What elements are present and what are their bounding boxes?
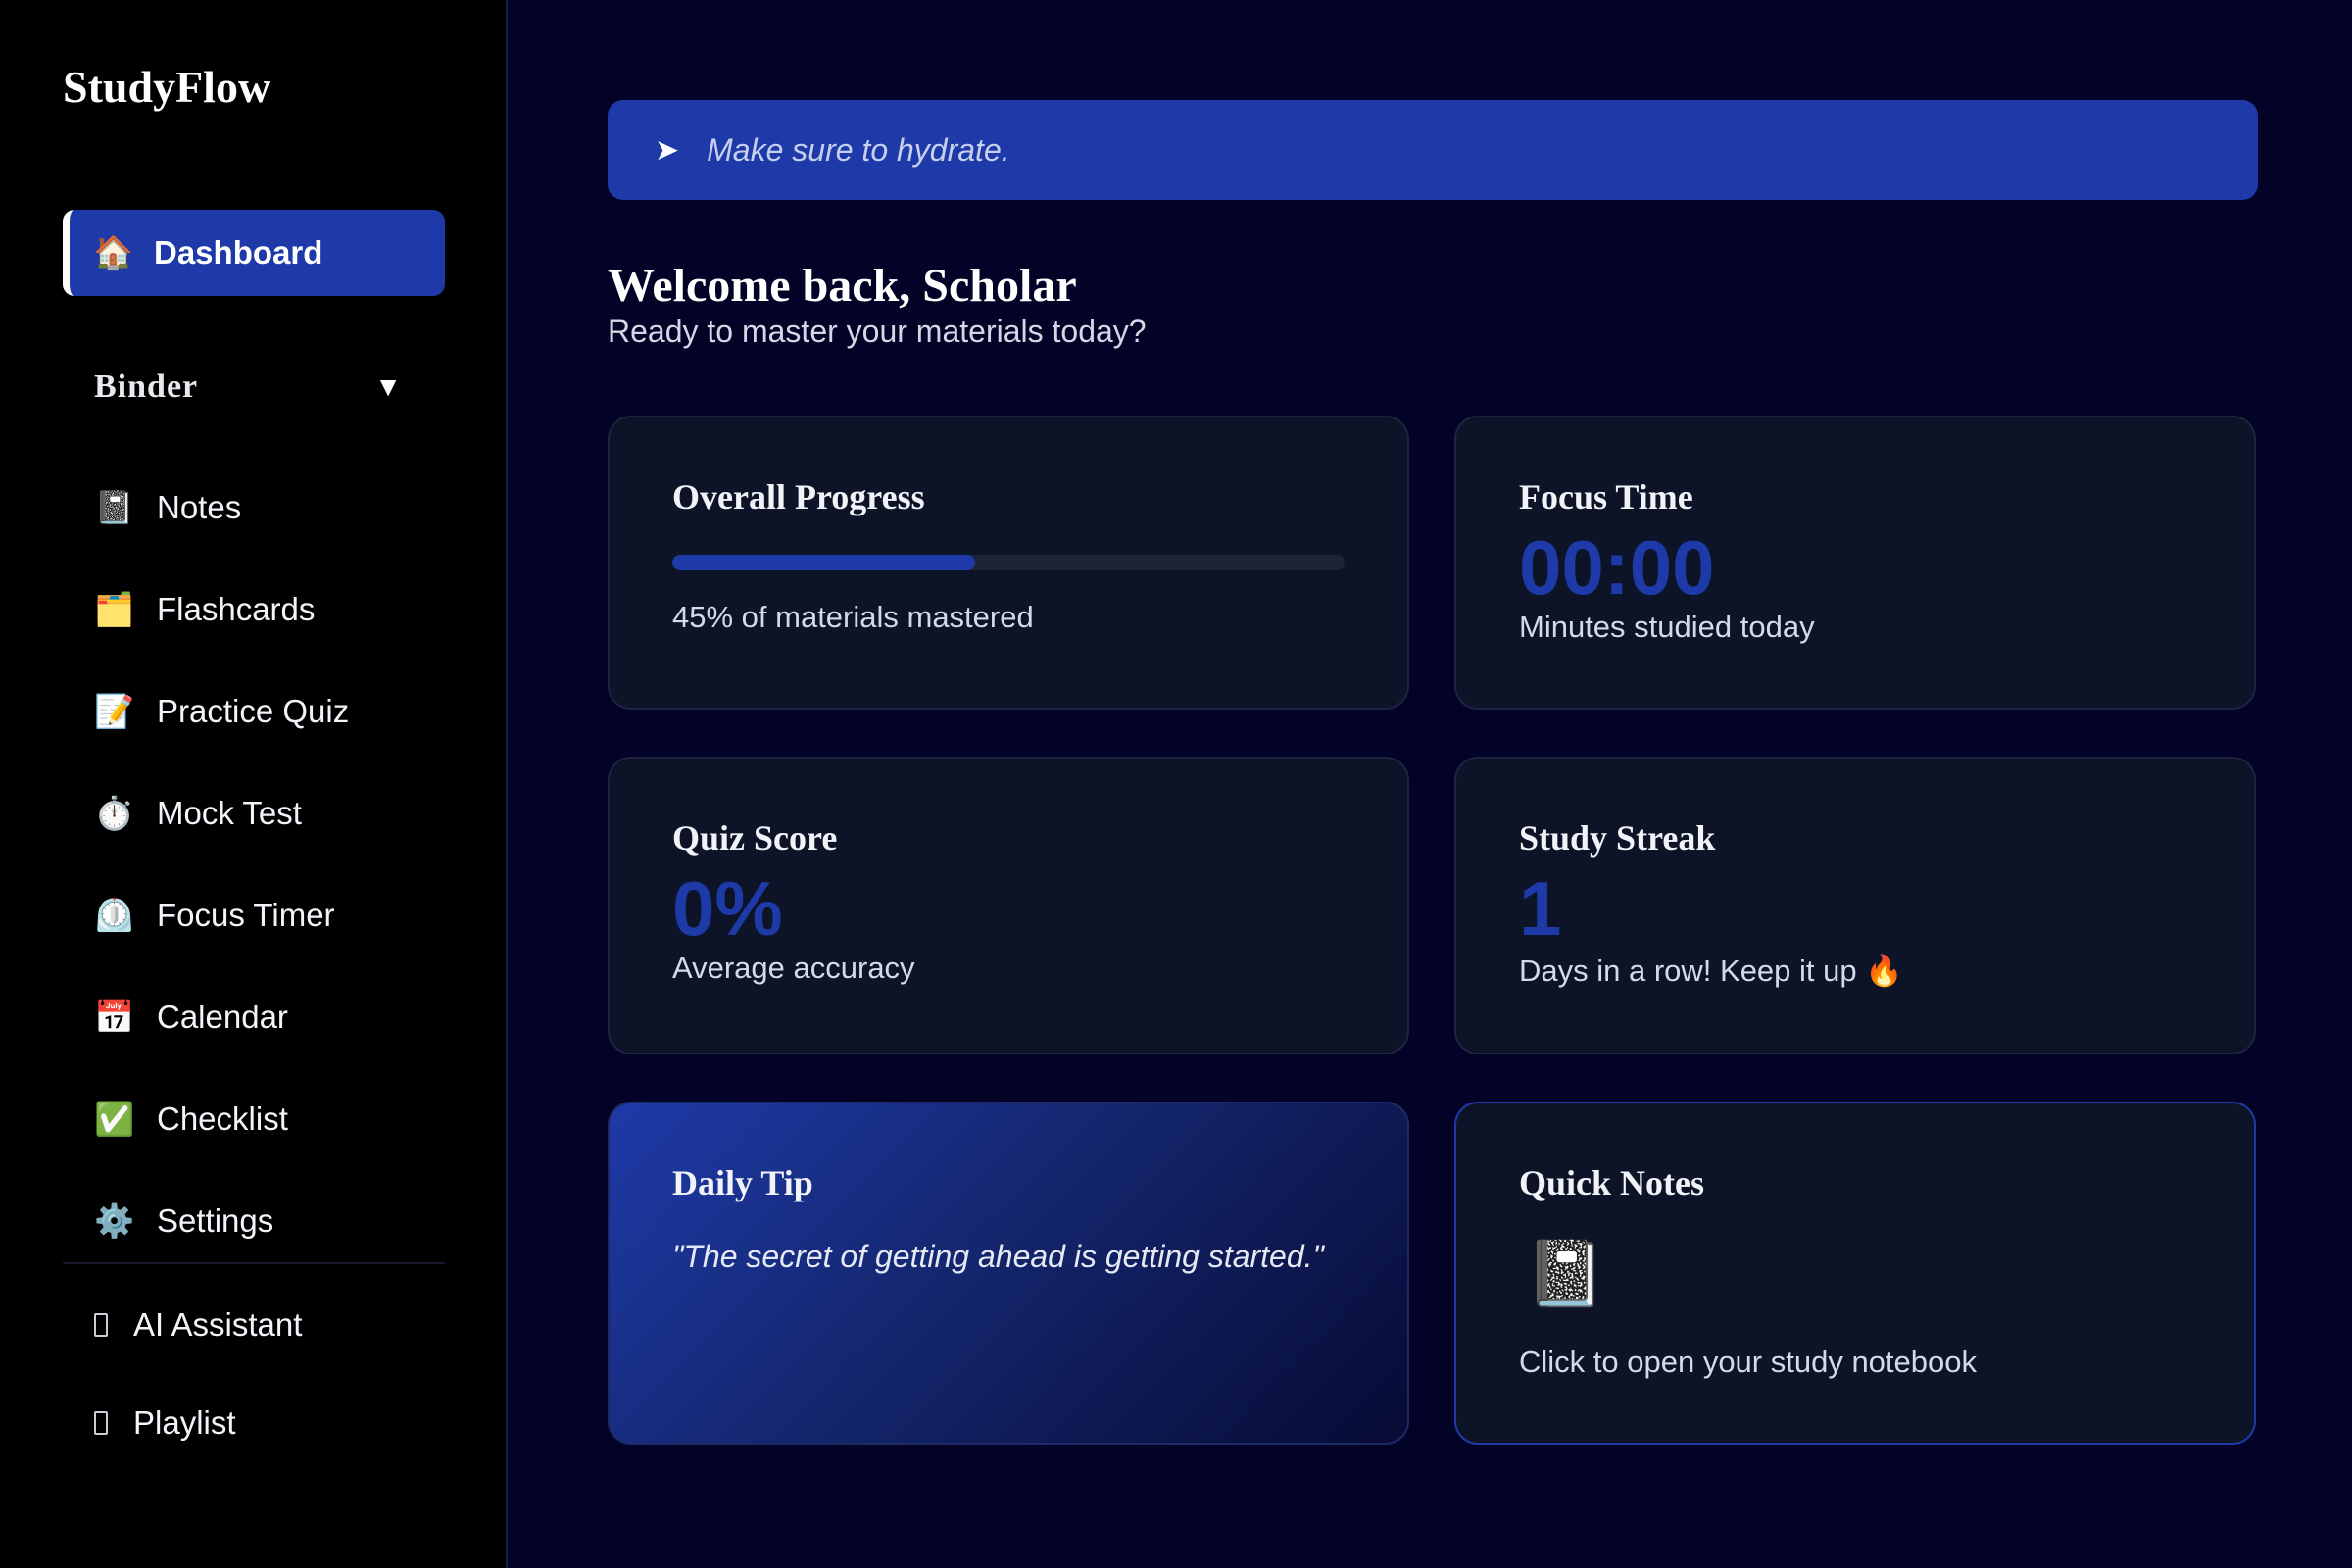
sidebar-item-label: Notes	[157, 489, 242, 525]
study-streak-caption: Days in a row! Keep it up 🔥	[1519, 954, 1903, 988]
sidebar-item-playlist[interactable]: Playlist	[94, 1374, 466, 1472]
ai-assistant-icon	[94, 1313, 108, 1337]
card-title: Focus Time	[1519, 477, 1693, 516]
card-title: Quick Notes	[1519, 1163, 1704, 1202]
sidebar-item-label: Practice Quiz	[157, 693, 350, 729]
card-title: Quiz Score	[672, 818, 838, 858]
page-title: Welcome back, Scholar	[608, 260, 1077, 312]
sidebar-item-notes[interactable]: 📓 Notes	[94, 457, 466, 559]
chevron-down-icon: ▼	[374, 371, 402, 402]
progress-bar	[672, 555, 1345, 570]
binder-section-toggle[interactable]: Binder ▼	[94, 365, 402, 410]
quiz-score-caption: Average accuracy	[672, 951, 915, 985]
binder-nav-list: 📓 Notes 🗂️ Flashcards 📝 Practice Quiz ⏱️…	[94, 457, 466, 1272]
sidebar-item-ai-assistant[interactable]: AI Assistant	[94, 1276, 466, 1374]
app-root: StudyFlow 🏠 Dashboard Binder ▼ 📓 Notes 🗂…	[0, 0, 2352, 1568]
card-index-dividers-icon: 🗂️	[94, 591, 135, 627]
daily-tip-card: Daily Tip "The secret of getting ahead i…	[608, 1102, 1409, 1445]
sidebar-item-mock-test[interactable]: ⏱️ Mock Test	[94, 762, 466, 864]
sidebar-item-focus-timer[interactable]: ⏲️ Focus Timer	[94, 864, 466, 966]
card-title: Study Streak	[1519, 818, 1716, 858]
notebook-icon: 📓	[94, 489, 135, 525]
sidebar: StudyFlow 🏠 Dashboard Binder ▼ 📓 Notes 🗂…	[0, 0, 508, 1568]
memo-icon: 📝	[94, 693, 135, 729]
sidebar-divider	[63, 1262, 445, 1264]
check-mark-icon: ✅	[94, 1101, 135, 1137]
daily-tip-quote: "The secret of getting ahead is getting …	[672, 1239, 1324, 1274]
notebook-icon: 📓	[1525, 1237, 1606, 1309]
card-title: Daily Tip	[672, 1163, 813, 1202]
focus-time-value: 00:00	[1519, 524, 1715, 611]
sidebar-bottom-list: AI Assistant Playlist	[94, 1276, 466, 1472]
reminder-text: Make sure to hydrate.	[707, 131, 1010, 168]
overall-progress-card: Overall Progress 45% of materials master…	[608, 416, 1409, 710]
page-subtitle: Ready to master your materials today?	[608, 314, 1147, 349]
study-streak-card: Study Streak 1 Days in a row! Keep it up…	[1454, 757, 2256, 1054]
app-logo: StudyFlow	[63, 62, 271, 112]
quiz-score-value: 0%	[672, 865, 783, 952]
focus-time-card: Focus Time 00:00 Minutes studied today	[1454, 416, 2256, 710]
timer-clock-icon: ⏲️	[94, 897, 135, 933]
sidebar-item-label: Playlist	[133, 1404, 236, 1441]
sidebar-item-label: Calendar	[157, 999, 288, 1035]
sidebar-item-checklist[interactable]: ✅ Checklist	[94, 1068, 466, 1170]
quick-notes-card[interactable]: Quick Notes 📓 Click to open your study n…	[1454, 1102, 2256, 1445]
reminder-banner: ➤ Make sure to hydrate.	[608, 100, 2258, 200]
quiz-score-card: Quiz Score 0% Average accuracy	[608, 757, 1409, 1054]
sidebar-item-label: Mock Test	[157, 795, 302, 831]
quick-notes-caption: Click to open your study notebook	[1519, 1345, 1977, 1379]
binder-section-title: Binder	[94, 368, 199, 405]
sidebar-item-practice-quiz[interactable]: 📝 Practice Quiz	[94, 661, 466, 762]
arrow-right-icon: ➤	[655, 133, 680, 167]
sidebar-item-flashcards[interactable]: 🗂️ Flashcards	[94, 559, 466, 661]
home-icon: 🏠	[93, 234, 134, 270]
progress-bar-fill	[672, 555, 975, 570]
gear-icon: ⚙️	[94, 1202, 135, 1239]
focus-time-caption: Minutes studied today	[1519, 610, 1815, 644]
sidebar-item-label: Settings	[157, 1202, 274, 1239]
progress-caption: 45% of materials mastered	[672, 600, 1034, 634]
sidebar-item-settings[interactable]: ⚙️ Settings	[94, 1170, 466, 1272]
sidebar-item-label: Dashboard	[154, 234, 323, 270]
main-content: ➤ Make sure to hydrate. Welcome back, Sc…	[510, 0, 2352, 1568]
sidebar-item-label: Focus Timer	[157, 897, 335, 933]
stopwatch-icon: ⏱️	[94, 795, 135, 831]
sidebar-item-label: Checklist	[157, 1101, 288, 1137]
sidebar-item-dashboard[interactable]: 🏠 Dashboard	[63, 210, 445, 296]
sidebar-item-calendar[interactable]: 📅 Calendar	[94, 966, 466, 1068]
sidebar-item-label: Flashcards	[157, 591, 316, 627]
calendar-icon: 📅	[94, 999, 135, 1035]
card-title: Overall Progress	[672, 477, 925, 516]
study-streak-value: 1	[1519, 865, 1562, 952]
playlist-icon	[94, 1411, 108, 1435]
sidebar-item-label: AI Assistant	[133, 1306, 303, 1343]
